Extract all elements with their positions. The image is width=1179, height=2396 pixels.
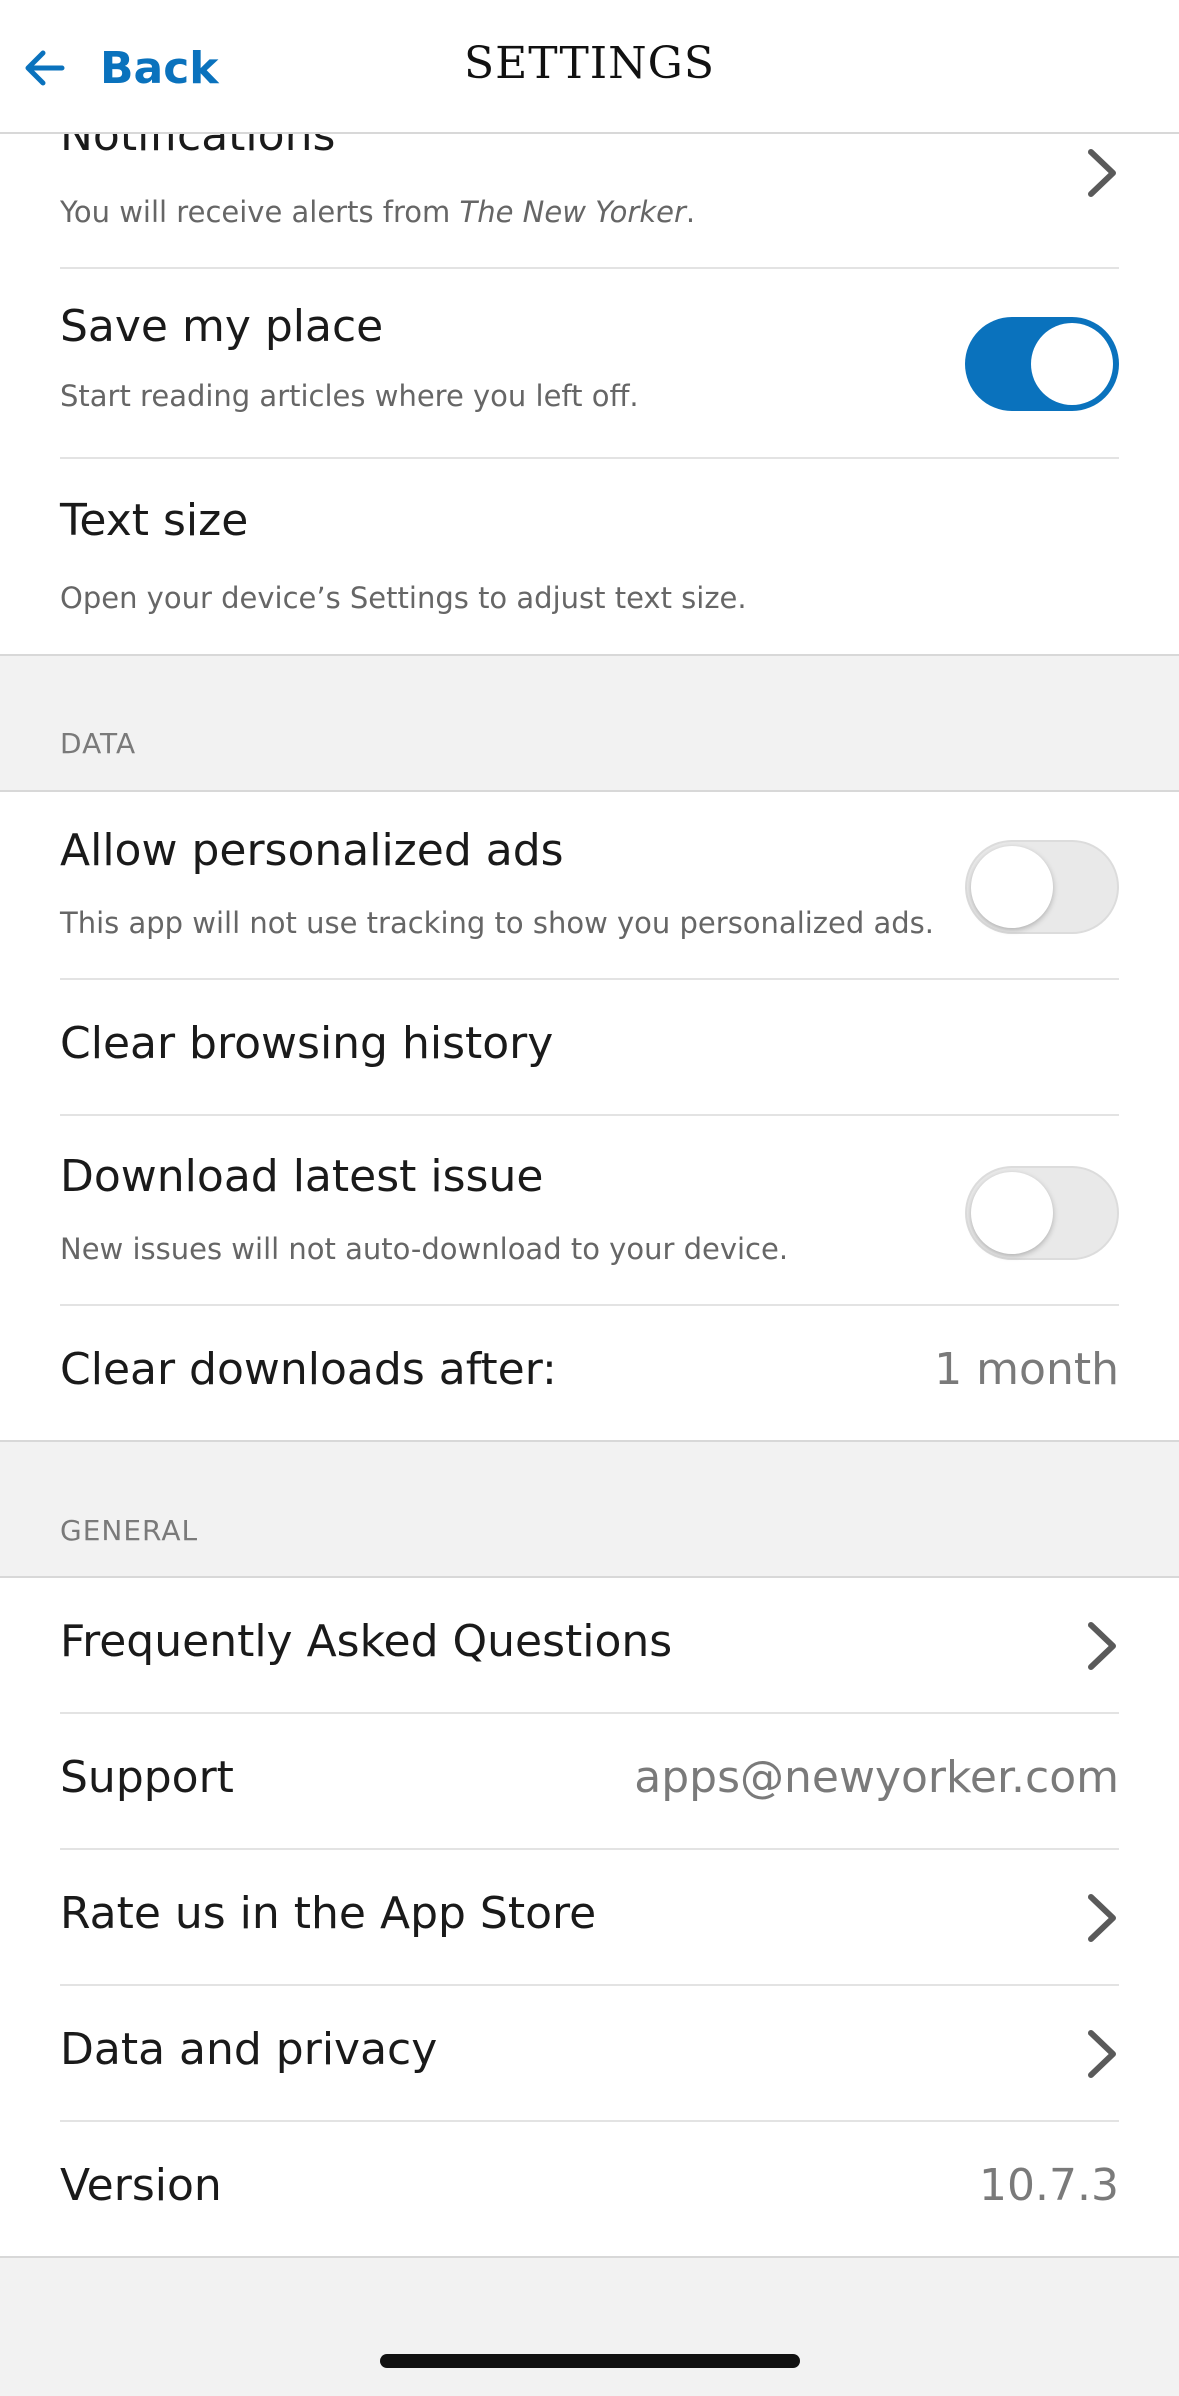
chevron-right-icon [1088, 2030, 1116, 2078]
toggle-knob [1031, 323, 1113, 405]
rate-title: Rate us in the App Store [60, 1888, 597, 1939]
divider [0, 654, 1179, 656]
faq-title: Frequently Asked Questions [60, 1616, 673, 1667]
clear-downloads-value: 1 month [934, 1344, 1119, 1395]
notifications-subtitle: You will receive alerts from The New Yor… [60, 195, 696, 229]
download-latest-row: Download latest issue New issues will no… [60, 1116, 1119, 1306]
home-indicator[interactable] [380, 2354, 800, 2368]
version-title: Version [60, 2160, 222, 2211]
text-size-row: Text size Open your device’s Settings to… [60, 459, 1119, 654]
navigation-bar: Back SETTINGS [0, 0, 1179, 134]
save-my-place-title: Save my place [60, 301, 384, 352]
download-latest-title: Download latest issue [60, 1151, 544, 1202]
data-section-header: DATA [60, 727, 137, 760]
privacy-title: Data and privacy [60, 2024, 438, 2075]
text-size-title: Text size [60, 495, 249, 546]
save-my-place-subtitle: Start reading articles where you left of… [60, 379, 639, 413]
chevron-right-icon [1088, 149, 1116, 197]
general-section-header: GENERAL [60, 1514, 199, 1547]
download-latest-toggle[interactable] [965, 1166, 1119, 1260]
version-value: 10.7.3 [979, 2160, 1119, 2211]
toggle-knob [971, 846, 1053, 928]
personalized-ads-subtitle: This app will not use tracking to show y… [60, 906, 935, 940]
download-latest-subtitle: New issues will not auto-download to you… [60, 1232, 789, 1266]
divider [0, 2256, 1179, 2258]
support-email[interactable]: apps@newyorker.com [634, 1752, 1119, 1803]
publication-name: The New Yorker [459, 195, 686, 229]
chevron-right-icon [1088, 1894, 1116, 1942]
settings-screen: Back SETTINGS Notifications You will rec… [0, 0, 1179, 2396]
faq-row[interactable]: Frequently Asked Questions [60, 1578, 1119, 1714]
chevron-right-icon [1088, 1622, 1116, 1670]
clear-downloads-row[interactable]: Clear downloads after: 1 month [60, 1306, 1119, 1440]
data-group: Allow personalized ads This app will not… [0, 792, 1179, 1440]
preferences-group: Notifications You will receive alerts fr… [0, 96, 1179, 654]
text-size-subtitle: Open your device’s Settings to adjust te… [60, 581, 747, 615]
personalized-ads-toggle[interactable] [965, 840, 1119, 934]
privacy-row[interactable]: Data and privacy [60, 1986, 1119, 2122]
personalized-ads-title: Allow personalized ads [60, 825, 564, 876]
clear-downloads-title: Clear downloads after: [60, 1344, 557, 1395]
save-my-place-toggle[interactable] [965, 317, 1119, 411]
support-row[interactable]: Support apps@newyorker.com [60, 1714, 1119, 1850]
support-title: Support [60, 1752, 234, 1803]
version-row: Version 10.7.3 [60, 2122, 1119, 2256]
save-my-place-row: Save my place Start reading articles whe… [60, 269, 1119, 459]
toggle-knob [971, 1172, 1053, 1254]
clear-history-title: Clear browsing history [60, 1018, 554, 1069]
page-title: SETTINGS [464, 38, 715, 89]
personalized-ads-row: Allow personalized ads This app will not… [60, 792, 1119, 980]
rate-row[interactable]: Rate us in the App Store [60, 1850, 1119, 1986]
general-group: Frequently Asked Questions Support apps@… [0, 1578, 1179, 2256]
clear-history-row[interactable]: Clear browsing history [60, 980, 1119, 1116]
divider [0, 1440, 1179, 1442]
